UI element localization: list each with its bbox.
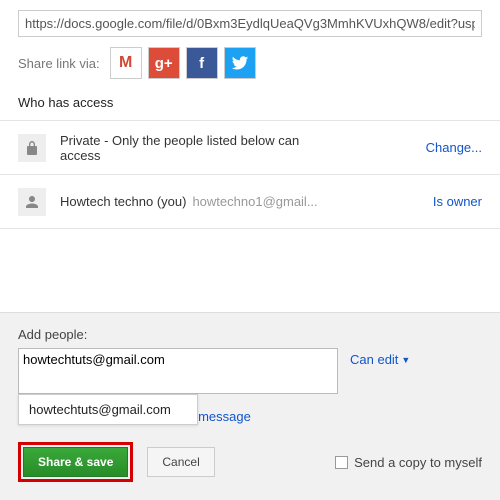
add-people-label: Add people:	[18, 327, 482, 342]
gmail-icon[interactable]: M	[110, 47, 142, 79]
can-edit-dropdown[interactable]: Can edit▼	[350, 352, 410, 367]
email-suggestion[interactable]: howtechtuts@gmail.com	[18, 394, 198, 425]
highlight-frame: Share & save	[18, 442, 133, 482]
facebook-icon[interactable]: f	[186, 47, 218, 79]
send-copy-label: Send a copy to myself	[354, 455, 482, 470]
access-heading: Who has access	[0, 79, 500, 121]
share-link-input[interactable]	[18, 10, 482, 37]
lock-icon	[18, 134, 46, 162]
twitter-icon[interactable]	[224, 47, 256, 79]
add-message-link[interactable]: dd message	[180, 409, 482, 424]
access-row-owner: Howtech techno (you) howtechno1@gmail...…	[0, 175, 500, 229]
send-copy-checkbox[interactable]	[335, 456, 348, 469]
owner-email: howtechno1@gmail...	[192, 194, 317, 209]
cancel-button[interactable]: Cancel	[147, 447, 214, 477]
owner-role: Is owner	[433, 194, 482, 209]
add-people-input[interactable]	[18, 348, 338, 394]
person-icon	[18, 188, 46, 216]
share-save-button[interactable]: Share & save	[23, 447, 128, 477]
chevron-down-icon: ▼	[401, 355, 410, 365]
google-plus-icon[interactable]: g+	[148, 47, 180, 79]
owner-name: Howtech techno (you)	[60, 194, 186, 209]
access-private-text: Private - Only the people listed below c…	[60, 133, 310, 163]
share-via-label: Share link via:	[18, 56, 100, 71]
change-link[interactable]: Change...	[426, 140, 482, 155]
access-row-private: Private - Only the people listed below c…	[0, 121, 500, 175]
